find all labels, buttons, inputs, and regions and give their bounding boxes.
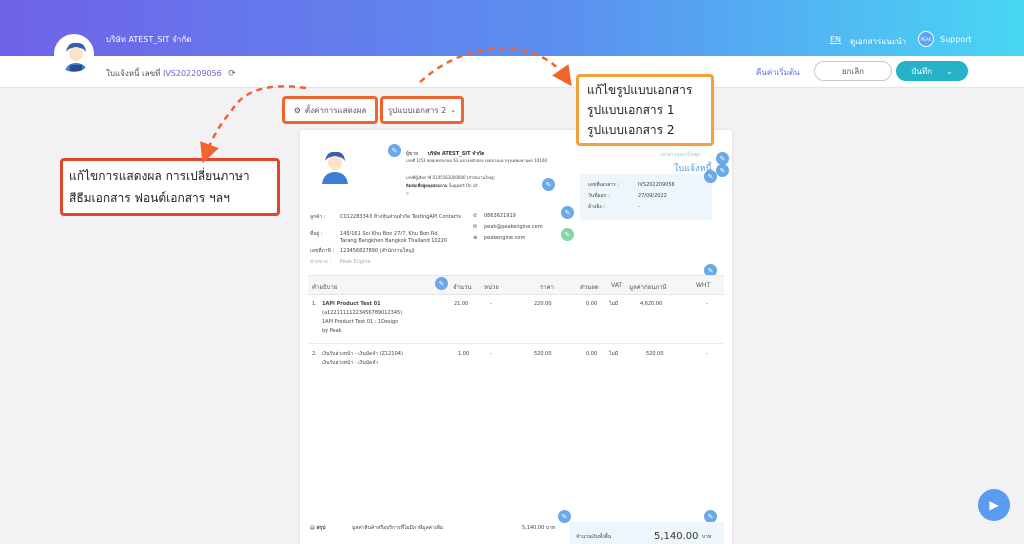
phone-icon: ✆ [473, 213, 478, 219]
summary-value: 5,140.00 บาท [522, 525, 556, 531]
address-line1: 145/161 Soi Khu Bon 27/7, Khu Bon Rd. [340, 231, 440, 237]
col-description: คำอธิบาย [312, 284, 338, 291]
taxid-label: เลขที่ภาษี : [310, 248, 335, 254]
meta-label-docno: เลขที่เอกสาร : [588, 182, 620, 188]
company-name[interactable]: บริษัท ATEST_SIT จำกัด [106, 33, 191, 46]
chevron-down-icon[interactable]: ⌄ [946, 67, 953, 76]
phone-icon: ✆ [406, 191, 410, 196]
document-preview: ✎ ผู้ขาย บริษัท ATEST_SIT จำกัด เลขที่ 1… [300, 130, 732, 544]
display-settings-button[interactable]: ⚙ ตั้งค่าการแสดงผล [282, 96, 378, 124]
save-label: บันทึก [911, 66, 932, 76]
sales-label: ฝ่ายขาย : [310, 259, 332, 265]
customer-phone: 0863621919 [484, 213, 516, 219]
edit-columns-pencil-icon[interactable]: ✎ [435, 277, 448, 290]
col-unit: หน่วย [484, 284, 499, 291]
document-meta-box: เลขที่เอกสาร : IVS202209056 วันที่ออก : … [580, 174, 712, 220]
meta-label-ref: อ้างอิง : [588, 204, 605, 210]
col-price: ราคา [540, 284, 554, 291]
issuer-label: ผู้ขาย [406, 151, 419, 157]
template-callout: แก้ไขรูปแบบเอกสาร รูปแบบเอกสาร 1 รูปแบบเ… [576, 74, 714, 146]
customer-email: peak@peakengine.com [484, 224, 543, 230]
address-label: ที่อยู่ : [310, 231, 323, 237]
total-value: 5,140.00 [654, 531, 699, 542]
doc-type-label: เอกสารออกเป็นชุด [660, 152, 701, 158]
summary-label: ▤ สรุป [310, 525, 326, 531]
col-discount: ส่วนลด [580, 284, 599, 291]
edit-logo-pencil-icon[interactable]: ✎ [388, 144, 401, 157]
support-label: Support [940, 34, 972, 44]
template-select-value: รูปแบบเอกสาร 2 [387, 105, 447, 115]
chevron-down-icon: ⌄ [450, 106, 457, 114]
issuer-tax: เลขที่ผู้เสียภาษี 0105561000000 (สำนักงา… [406, 175, 495, 180]
issuer-name: บริษัท ATEST_SIT จำกัด [427, 151, 485, 157]
help-video-button[interactable]: ▶ [978, 489, 1010, 521]
document-number: IVS202209056 [162, 69, 222, 78]
play-icon: ▶ [989, 498, 999, 512]
col-wht: WHT [696, 282, 711, 289]
customer-website: peakengine.com [484, 235, 526, 241]
document-toolbar: ใบแจ้งหนี้ เลขที่ IVS202209056 ⟳ คืนค่าเ… [0, 56, 1024, 88]
support-link[interactable]: PEAK Support [918, 31, 972, 47]
row-divider [308, 343, 724, 344]
edit-contact-pencil-icon[interactable]: ✎ [561, 228, 574, 241]
issuer-address: เลขที่ 1/53 ซอยเพชรเกษม 63 แขวงหลักสอง เ… [406, 158, 548, 163]
meta-value-date: 27/09/2022 [638, 193, 667, 199]
language-switch[interactable]: EN [830, 35, 841, 44]
display-settings-label: ตั้งค่าการแสดงผล [304, 105, 367, 115]
summary-description: มูลค่าสินค้าหรือบริการที่ไม่มีภาษีมูลค่า… [352, 525, 444, 531]
col-qty: จำนวน [453, 284, 472, 291]
gear-icon: ⚙ [293, 105, 301, 115]
edit-issuer-pencil-icon[interactable]: ✎ [542, 178, 555, 191]
document-number-label: ใบแจ้งหนี้ เลขที่ IVS202209056 ⟳ [106, 69, 236, 79]
contact-value: Support On sit [448, 183, 478, 188]
meta-value-docno: IVS202209056 [638, 182, 675, 188]
save-button[interactable]: บันทึก ⌄ [896, 61, 968, 81]
contact-label: ติดต่อเพื่อพูดคุยสอบถาม [406, 183, 448, 188]
customer-label: ลูกค้า : [310, 214, 326, 220]
guide-link[interactable]: ดูเอกสารแนะนำ [850, 35, 906, 48]
edit-meta-pencil-icon[interactable]: ✎ [704, 170, 717, 183]
sales-value: Peak Engine [340, 259, 371, 265]
globe-icon: ⊕ [473, 235, 478, 241]
col-amount: มูลค่าก่อนภาษี [629, 284, 667, 291]
company-logo-icon [314, 146, 356, 186]
customer-name: C012283343 ห้างหุ้นส่วนจำกัด TestingAPI … [340, 214, 461, 220]
edit-customer-pencil-icon[interactable]: ✎ [561, 206, 574, 219]
peak-logo-icon: PEAK [918, 31, 934, 47]
taxid-value: 123456827890 (สำนักงานใหญ่) [340, 248, 415, 254]
refresh-icon[interactable]: ⟳ [228, 69, 236, 79]
edit-doc-type-pencil-icon-2[interactable]: ✎ [716, 164, 729, 177]
meta-label-date: วันที่ออก : [588, 193, 610, 199]
total-box: จำนวนเงินทั้งสิ้น 5,140.00 บาท [570, 522, 724, 544]
total-unit: บาท [702, 534, 712, 540]
reset-default-link[interactable]: คืนค่าเริ่มต้น [756, 66, 800, 79]
address-line2: Tarang Bangkhen Bangkok Thailand 10220 [340, 238, 448, 244]
total-label: จำนวนเงินทั้งสิ้น [576, 534, 612, 540]
top-header-bar: บริษัท ATEST_SIT จำกัด EN ดูเอกสารแนะนำ … [0, 0, 1024, 56]
cancel-button[interactable]: ยกเลิก [814, 61, 892, 81]
document-icon: ▤ [310, 525, 315, 531]
meta-value-ref: - [638, 204, 640, 210]
display-settings-callout: แก้ไขการแสดงผล การเปลี่ยนภาษา สีธีมเอกสา… [60, 158, 280, 216]
company-avatar[interactable] [54, 34, 94, 74]
template-select[interactable]: รูปแบบเอกสาร 2 ⌄ [380, 96, 464, 124]
col-vat: VAT [611, 282, 623, 289]
email-icon: ✉ [473, 224, 478, 230]
